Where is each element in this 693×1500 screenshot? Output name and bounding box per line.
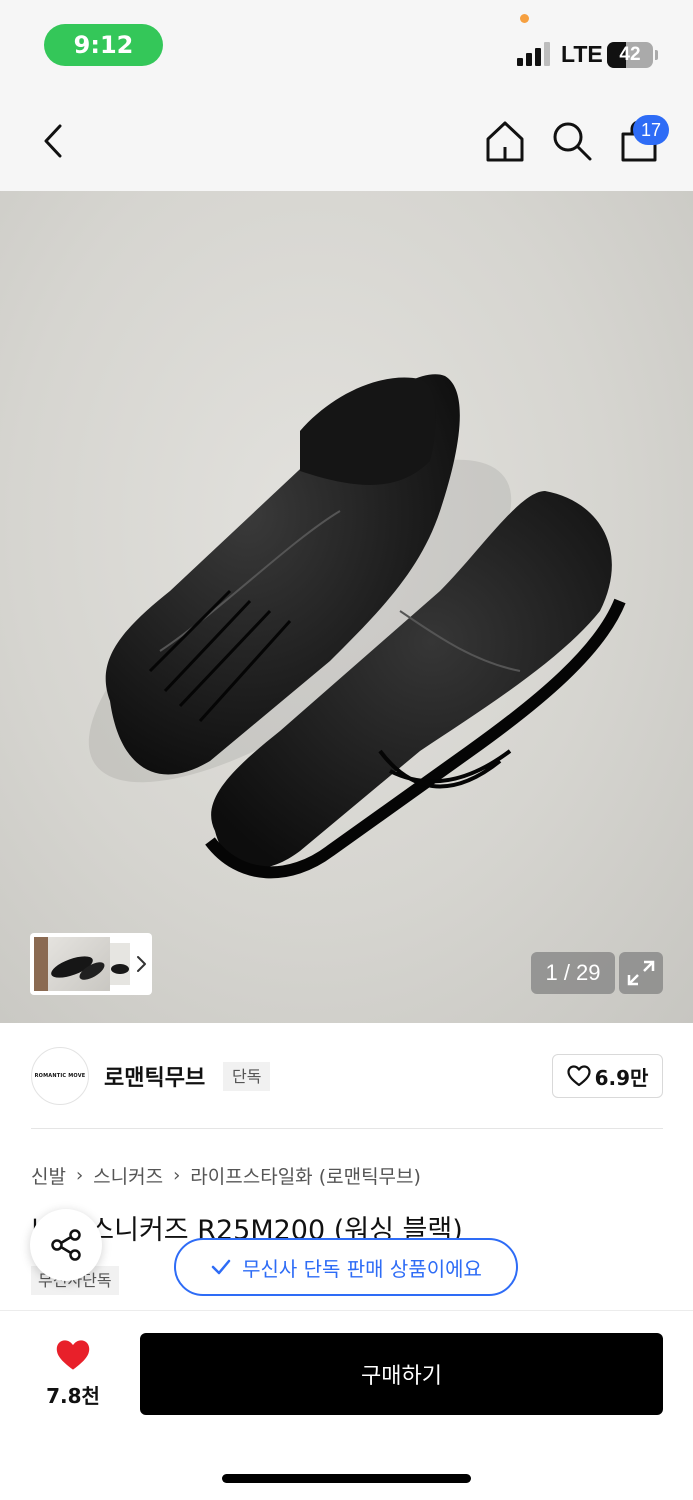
thumbnail-next-button[interactable] (133, 949, 151, 979)
breadcrumb: 신발 › 스니커즈 › 라이프스타일화 (로맨틱무브) (31, 1160, 421, 1190)
status-time: 9:12 (44, 24, 163, 66)
heart-outline-icon (566, 1065, 591, 1087)
home-icon (486, 121, 524, 162)
brand-logo-text: ROMANTIC MOVE (34, 1073, 86, 1079)
breadcrumb-separator-icon: › (173, 1164, 181, 1186)
thumbnail-shoe-2 (111, 964, 129, 974)
battery-tip (655, 50, 658, 60)
thumbnail-image[interactable] (34, 937, 110, 991)
brand-like-count: 6.9만 (594, 1065, 649, 1090)
search-icon (553, 122, 592, 161)
wishlist-count: 7.8천 (46, 1384, 100, 1408)
share-icon (51, 1229, 81, 1261)
exclusive-toast: 무신사 단독 판매 상품이에요 (174, 1238, 518, 1296)
brand-exclusive-tag: 단독 (223, 1062, 271, 1091)
breadcrumb-item-sneakers[interactable]: 스니커즈 (93, 1162, 163, 1189)
status-bar: 9:12 LTE 42 (0, 0, 693, 92)
privacy-indicator (520, 14, 529, 23)
heart-filled-icon (56, 1340, 90, 1370)
home-indicator (222, 1474, 471, 1483)
back-button[interactable] (32, 120, 74, 162)
signal-icon (517, 42, 553, 66)
home-button[interactable] (482, 118, 528, 164)
image-counter: 1 / 29 (531, 952, 615, 994)
share-button[interactable] (30, 1209, 102, 1281)
battery-level: 42 (619, 44, 641, 65)
buy-button[interactable]: 구매하기 (140, 1333, 663, 1415)
brand-name[interactable]: 로맨틱무브 (104, 1060, 205, 1092)
chevron-right-icon (137, 956, 146, 972)
battery-icon: 42 (607, 42, 653, 68)
expand-icon (627, 960, 655, 986)
expand-image-button[interactable] (619, 952, 663, 994)
wishlist-button[interactable] (40, 1338, 106, 1376)
thumbnail-shoe (34, 937, 105, 991)
check-icon (211, 1259, 231, 1275)
brand-like-button[interactable]: 6.9만 (552, 1054, 663, 1098)
cart-count-badge: 17 (633, 115, 669, 145)
thumbnail-image-2[interactable] (110, 943, 130, 985)
toast-message: 무신사 단독 판매 상품이에요 (242, 1256, 482, 1281)
breadcrumb-item-shoes[interactable]: 신발 (31, 1162, 66, 1189)
product-image[interactable] (0, 191, 693, 1023)
search-button[interactable] (549, 118, 595, 164)
chevron-left-icon (44, 124, 62, 158)
divider (31, 1128, 663, 1129)
breadcrumb-item-lifestyle[interactable]: 라이프스타일화 (로맨틱무브) (190, 1162, 421, 1189)
sneakers-photo (88, 374, 626, 879)
thumbnail-strip[interactable] (30, 933, 152, 995)
brand-logo[interactable]: ROMANTIC MOVE (31, 1047, 89, 1105)
network-type: LTE (561, 41, 603, 67)
breadcrumb-separator-icon: › (75, 1164, 84, 1186)
